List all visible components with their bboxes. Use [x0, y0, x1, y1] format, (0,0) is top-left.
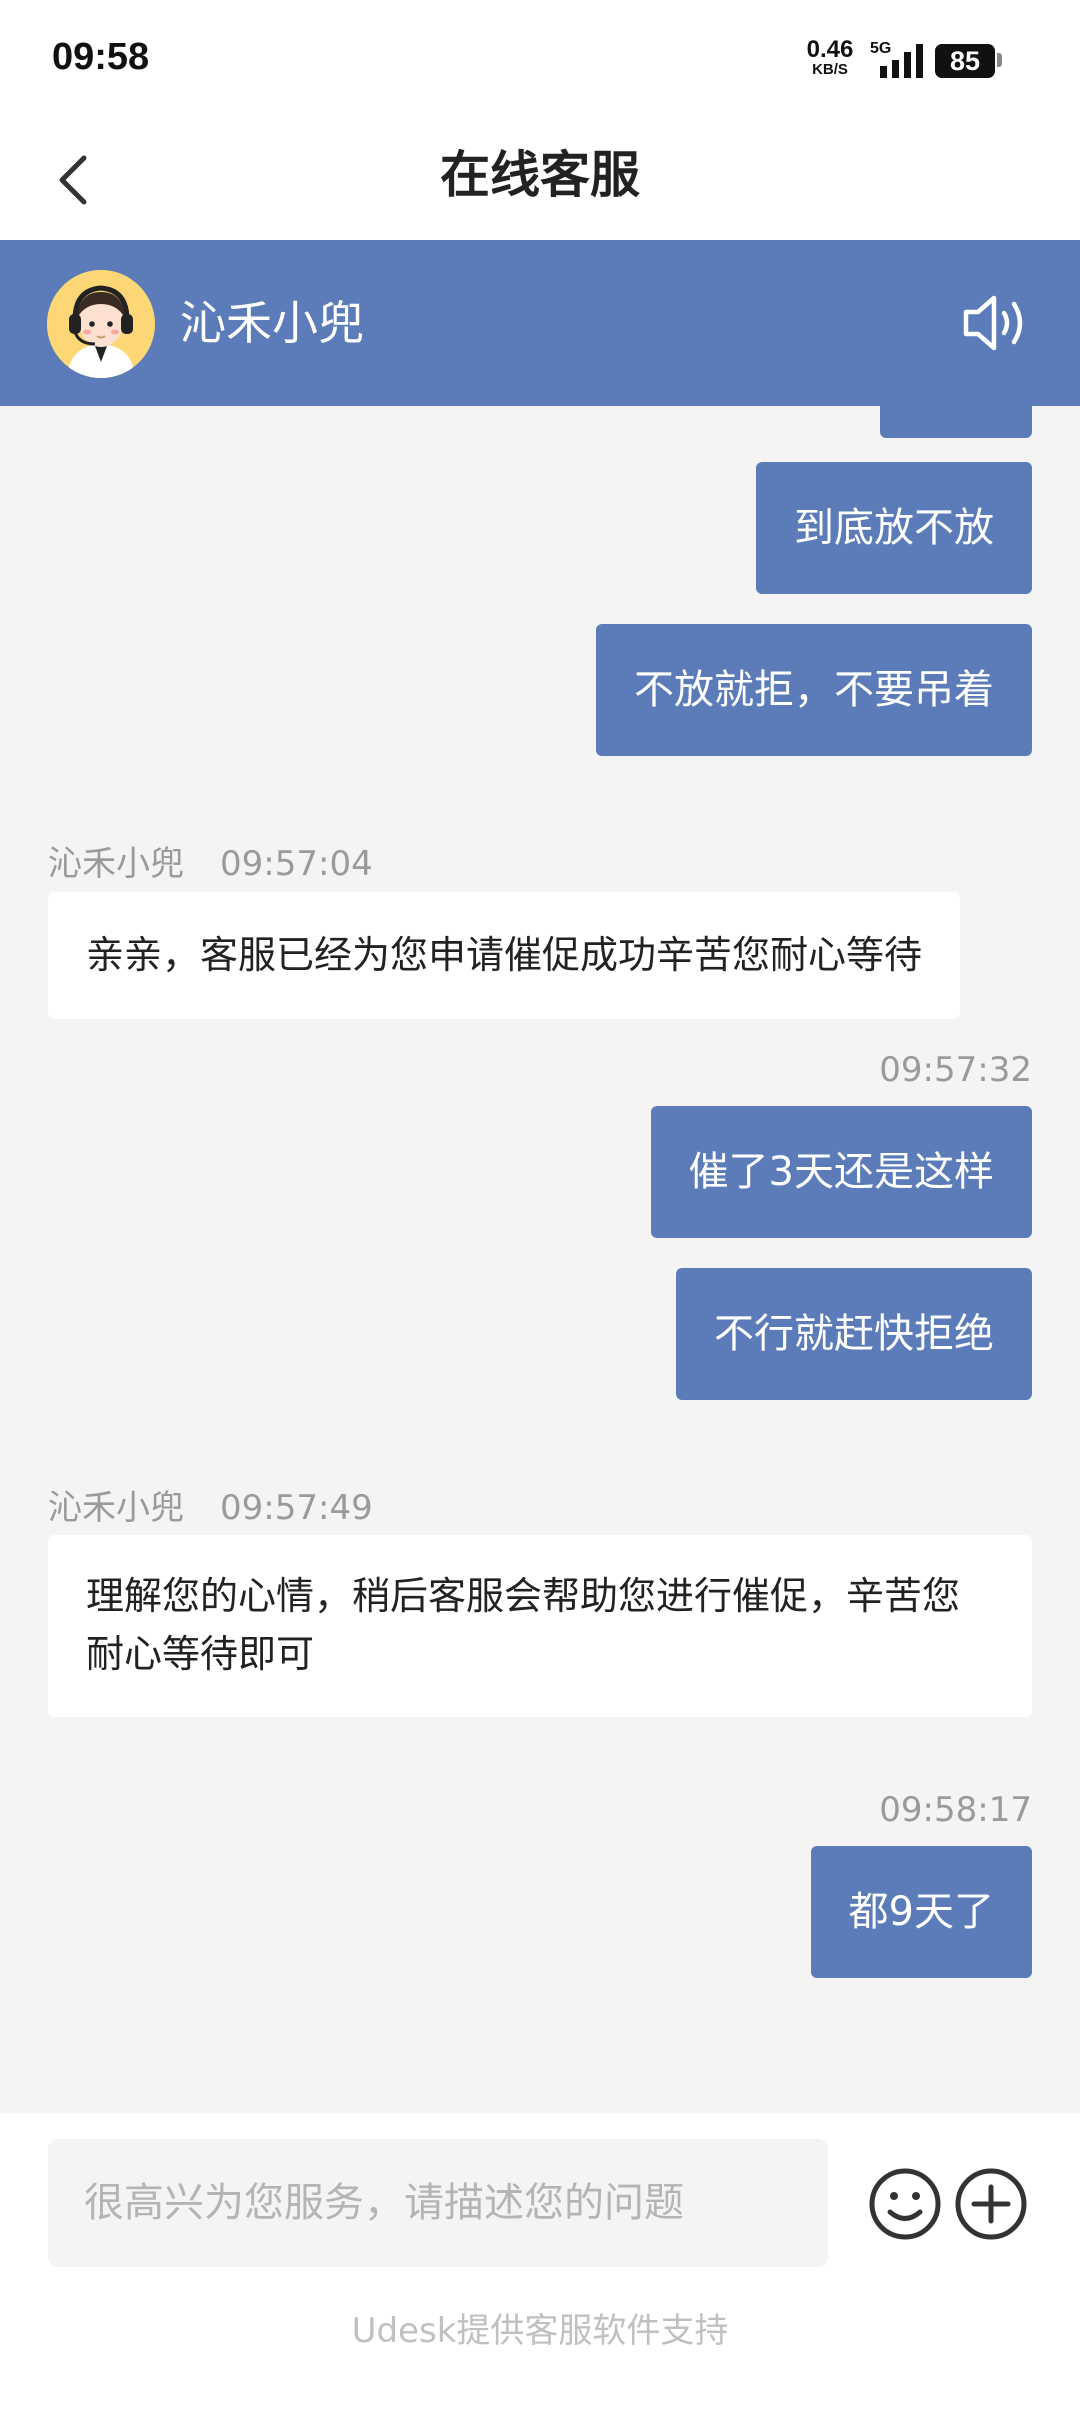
message-input[interactable] [48, 2139, 828, 2267]
agent-header: 沁禾小兜 [0, 240, 1080, 406]
network-speed: 0.46 KB/S [795, 38, 865, 78]
network-speed-value: 0.46 [806, 36, 854, 63]
message-bubble-agent: 理解您的心情，稍后客服会帮助您进行催促，辛苦您耐心等待即可 [48, 1535, 1032, 1717]
sender-name: 沁禾小兜 [48, 1488, 184, 1528]
emoji-button[interactable] [866, 2165, 944, 2243]
avatar [47, 270, 155, 378]
agent-avatar-icon [47, 270, 155, 378]
message-time: 09:57:04 [220, 844, 373, 884]
message-time: 09:58:17 [879, 1790, 1032, 1830]
battery-tip [997, 53, 1002, 67]
message-meta-agent: 沁禾小兜 09:57:04 [48, 836, 373, 885]
speaker-icon [963, 295, 1023, 351]
chevron-left-icon [59, 155, 87, 205]
powered-by-footer: Udesk提供客服软件支持 [351, 2311, 729, 2351]
message-bubble-user: 不放就拒，不要吊着 [596, 624, 1032, 756]
status-time: 09:58 [52, 36, 150, 78]
network-speed-unit: KB/S [812, 61, 848, 78]
message-bubble-agent: 亲亲，客服已经为您申请催促成功辛苦您耐心等待 [48, 892, 961, 1019]
battery-icon: 85 [935, 44, 995, 78]
message-bubble-user: 不行就赶快拒绝 [676, 1268, 1032, 1400]
back-button[interactable] [48, 144, 108, 216]
message-bubble-user: 催了3天还是这样 [650, 1106, 1032, 1238]
sound-toggle-button[interactable] [962, 292, 1032, 354]
title-bar: 在线客服 [0, 120, 1080, 240]
message-time: 09:57:49 [220, 1488, 373, 1528]
more-button[interactable] [952, 2165, 1030, 2243]
signal-icon [880, 44, 923, 78]
status-bar: 09:58 0.46 KB/S 5G 85 [0, 0, 1080, 120]
chat-messages[interactable]: 到底放不放 不放就拒，不要吊着 沁禾小兜 09:57:04 亲亲，客服已经为您申请… [0, 406, 1080, 2113]
smiley-icon [869, 2168, 941, 2240]
page-title: 在线客服 [440, 146, 640, 204]
message-bubble-user: 都9天了 [810, 1846, 1032, 1978]
agent-name: 沁禾小兜 [180, 296, 364, 350]
message-meta-agent: 沁禾小兜 09:57:49 [48, 1480, 373, 1529]
plus-circle-icon [955, 2168, 1027, 2240]
message-bubble-user: 到底放不放 [756, 462, 1032, 594]
sender-name: 沁禾小兜 [48, 844, 184, 884]
message-bubble-partial [880, 406, 1032, 438]
message-time: 09:57:32 [879, 1050, 1032, 1090]
input-bar: Udesk提供客服软件支持 [0, 2113, 1080, 2412]
